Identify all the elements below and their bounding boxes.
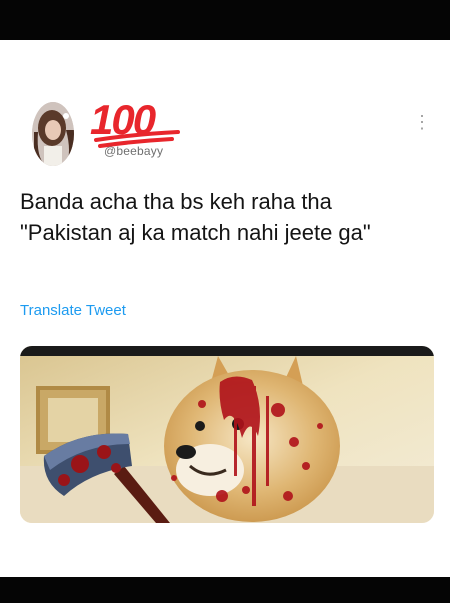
- top-black-bar: [0, 0, 450, 40]
- avatar[interactable]: [32, 102, 74, 166]
- more-options-icon[interactable]: ⋮: [412, 112, 432, 132]
- avatar-image: [32, 102, 74, 166]
- doge-with-axe-image: [20, 346, 434, 523]
- tweet-text: Banda acha tha bs keh raha tha "Pakistan…: [20, 189, 371, 245]
- translate-tweet-link[interactable]: Translate Tweet: [20, 302, 126, 319]
- tweet-media-image[interactable]: [20, 346, 434, 523]
- hundred-points-icon: 100: [86, 94, 182, 150]
- user-handle[interactable]: @beebayy: [104, 144, 163, 158]
- bottom-black-bar: [0, 577, 450, 603]
- tweet-card: 100 @beebayy ⋮ Banda acha tha bs keh rah…: [0, 40, 450, 577]
